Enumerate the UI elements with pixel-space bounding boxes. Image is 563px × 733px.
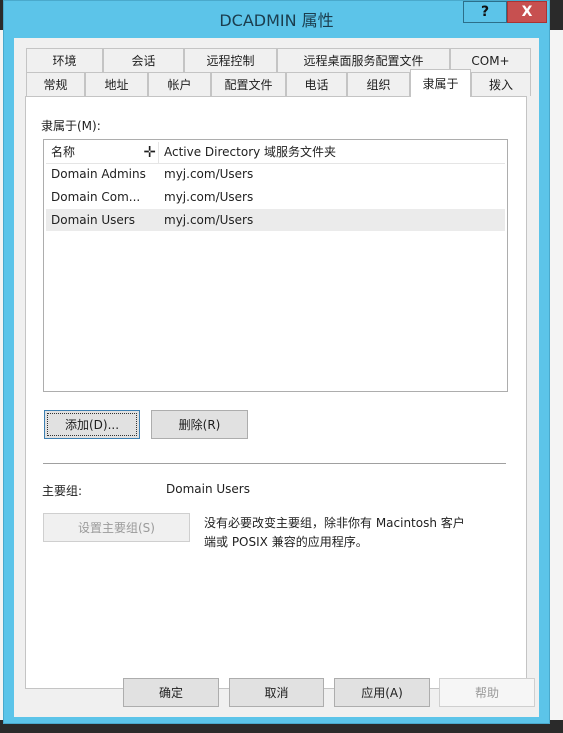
list-item[interactable]: Domain Users myj.com/Users	[46, 209, 505, 231]
help-title-button[interactable]: ?	[463, 1, 507, 23]
tab-row2-5[interactable]: 组织	[347, 72, 410, 96]
tab-panel-member-of: 隶属于(M): 名称 ✛ Active Directory 域服务文件夹 Dom…	[25, 96, 527, 689]
apply-button[interactable]: 应用(A)	[334, 678, 430, 707]
help-button[interactable]: 帮助	[439, 678, 535, 707]
tab-row2-7[interactable]: 拨入	[471, 72, 531, 96]
tab-0[interactable]: 环境	[26, 48, 103, 72]
dialog-client: 环境 会话 远程控制 远程桌面服务配置文件 COM+ 常规 地址 帐户 配置文件 电话 组织 隶属于拨…	[14, 38, 539, 717]
column-resize-cursor-icon: ✛	[143, 143, 156, 161]
primary-group-note-line2: 端或 POSIX 兼容的应用程序。	[204, 535, 368, 549]
primary-group-note-line1: 没有必要改变主要组，除非你有 Macintosh 客户	[204, 516, 465, 530]
group-folder: myj.com/Users	[164, 213, 254, 227]
tab-row2-2[interactable]: 帐户	[148, 72, 211, 96]
tab-2[interactable]: 远程控制	[184, 48, 277, 72]
group-folder: myj.com/Users	[164, 167, 254, 181]
group-name: Domain Users	[51, 213, 135, 227]
group-name: Domain Admins	[51, 167, 146, 181]
close-button[interactable]: X	[507, 1, 547, 23]
tab-row2-6[interactable]: 隶属于	[410, 69, 471, 97]
list-item[interactable]: Domain Admins myj.com/Users	[46, 163, 505, 185]
set-primary-group-button[interactable]: 设置主要组(S)	[43, 513, 190, 542]
primary-group-value: Domain Users	[166, 482, 250, 496]
column-header-folder[interactable]: Active Directory 域服务文件夹	[159, 142, 336, 163]
group-name: Domain Com...	[51, 190, 141, 204]
primary-group-label: 主要组:	[42, 484, 83, 498]
tab-1[interactable]: 会话	[103, 48, 184, 72]
tab-row2-1[interactable]: 地址	[85, 72, 148, 96]
tab-row2-0[interactable]: 常规	[26, 72, 85, 96]
member-of-label: 隶属于(M):	[41, 119, 101, 133]
remove-button[interactable]: 删除(R)	[151, 410, 248, 439]
member-of-list[interactable]: 名称 ✛ Active Directory 域服务文件夹 Domain Admi…	[43, 139, 508, 392]
column-header-name[interactable]: 名称 ✛	[46, 142, 159, 163]
tab-row2-3[interactable]: 配置文件	[211, 72, 286, 96]
group-folder: myj.com/Users	[164, 190, 254, 204]
cancel-button[interactable]: 取消	[229, 678, 324, 707]
ok-button[interactable]: 确定	[123, 678, 219, 707]
list-item[interactable]: Domain Com... myj.com/Users	[46, 186, 505, 208]
properties-dialog: DCADMIN 属性 ? X 环境 会话 远程控制 远程桌面服务配置文件 COM+ 常规地…	[3, 0, 550, 724]
add-button[interactable]: 添加(D)...	[44, 410, 140, 439]
tab-row2-4[interactable]: 电话	[286, 72, 347, 96]
divider	[43, 463, 506, 464]
